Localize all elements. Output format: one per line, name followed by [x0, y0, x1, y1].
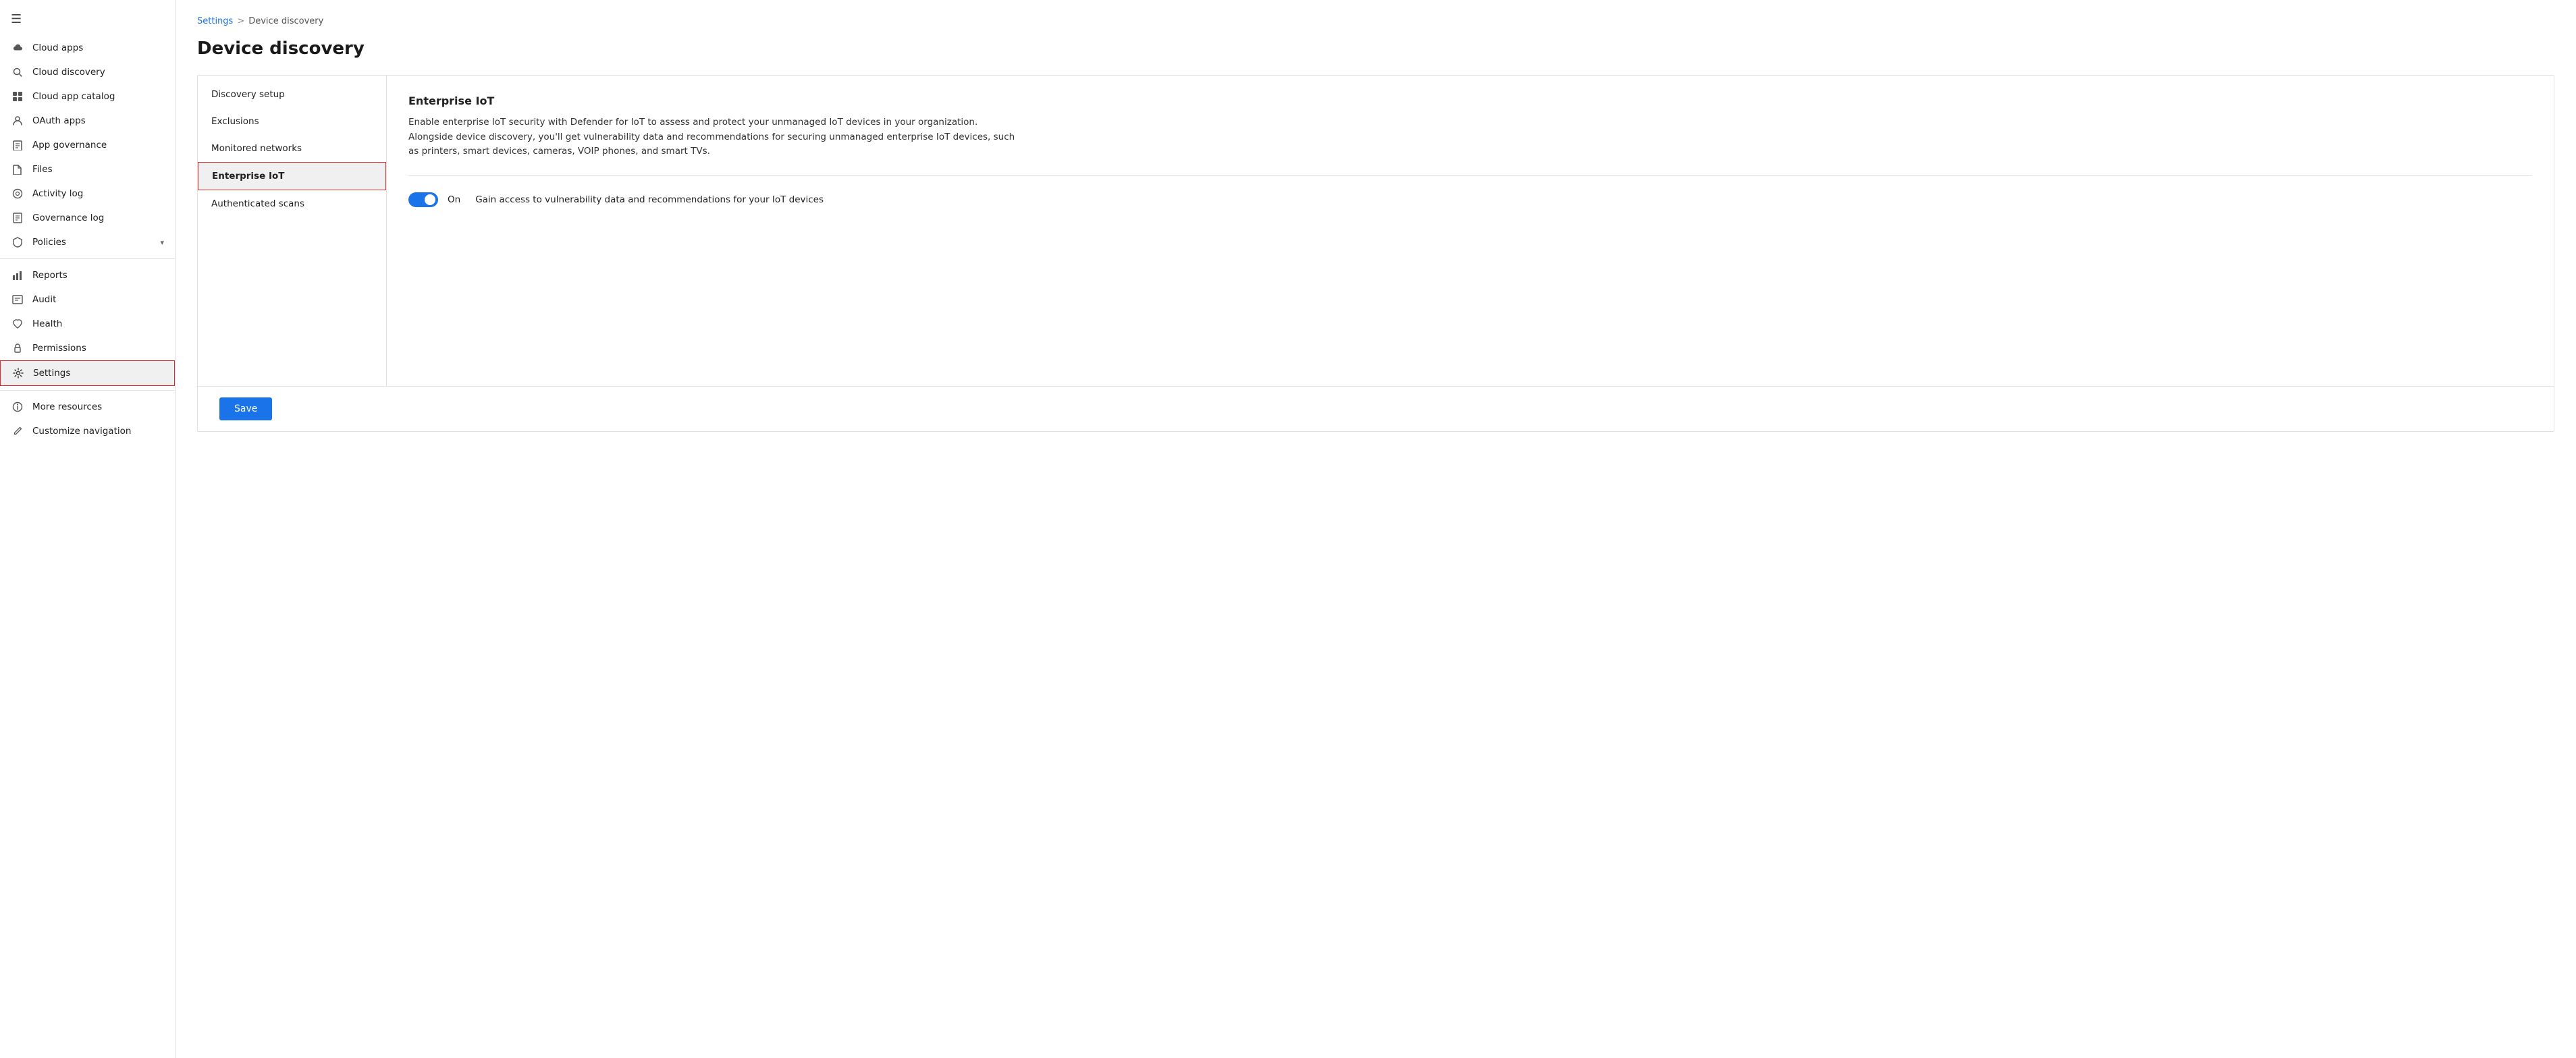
save-button[interactable]: Save — [219, 397, 272, 420]
sidebar-item-settings[interactable]: Settings — [0, 360, 175, 386]
oauth-apps-icon — [11, 115, 24, 126]
policies-chevron-icon: ▾ — [160, 238, 164, 247]
cloud-apps-icon — [11, 43, 24, 53]
sidebar-item-reports-label: Reports — [32, 270, 164, 281]
main-inner: Settings > Device discovery Device disco… — [176, 0, 2576, 1058]
customize-navigation-icon — [11, 426, 24, 437]
sidebar-item-health[interactable]: Health — [0, 312, 175, 336]
content-divider — [408, 175, 2532, 176]
policies-icon — [11, 237, 24, 248]
sidebar-item-audit-label: Audit — [32, 294, 164, 305]
sidebar-item-oauth-apps-label: OAuth apps — [32, 115, 164, 126]
panel-nav: Discovery setup Exclusions Monitored net… — [198, 76, 387, 386]
sidebar-item-app-governance-label: App governance — [32, 140, 164, 150]
toggle-on-label: On — [448, 194, 460, 205]
panel-content-enterprise-iot: Enterprise IoT Enable enterprise IoT sec… — [387, 76, 2554, 386]
enterprise-iot-description: Enable enterprise IoT security with Defe… — [408, 115, 1016, 159]
toggle-description: Gain access to vulnerability data and re… — [475, 194, 824, 205]
page-title: Device discovery — [197, 38, 2554, 59]
toggle-track — [408, 192, 438, 207]
health-icon — [11, 318, 24, 329]
sidebar-item-cloud-apps[interactable]: Cloud apps — [0, 36, 175, 60]
sidebar-item-customize-navigation-label: Customize navigation — [32, 426, 164, 437]
sidebar-item-cloud-apps-label: Cloud apps — [32, 43, 164, 53]
sidebar-item-oauth-apps[interactable]: OAuth apps — [0, 109, 175, 133]
sidebar-item-files-label: Files — [32, 164, 164, 175]
governance-log-icon — [11, 213, 24, 223]
more-resources-icon — [11, 401, 24, 412]
cloud-discovery-icon — [11, 67, 24, 78]
app-governance-icon — [11, 140, 24, 150]
panel-nav-exclusions[interactable]: Exclusions — [198, 108, 386, 135]
sidebar-top: ☰ — [0, 5, 175, 36]
sidebar: ☰ Cloud apps Cloud discovery Cloud app c… — [0, 0, 176, 1058]
sidebar-item-governance-log-label: Governance log — [32, 213, 164, 223]
sidebar-item-health-label: Health — [32, 318, 164, 329]
main-content: Settings > Device discovery Device disco… — [176, 0, 2576, 1058]
enterprise-iot-title: Enterprise IoT — [408, 94, 2532, 107]
permissions-icon — [11, 343, 24, 354]
panel-nav-discovery-setup[interactable]: Discovery setup — [198, 81, 386, 108]
breadcrumb-parent-link[interactable]: Settings — [197, 16, 233, 26]
cloud-app-catalog-icon — [11, 91, 24, 102]
sidebar-item-permissions[interactable]: Permissions — [0, 336, 175, 360]
hamburger-icon[interactable]: ☰ — [11, 12, 22, 26]
sidebar-item-cloud-app-catalog[interactable]: Cloud app catalog — [0, 84, 175, 109]
sidebar-item-activity-log[interactable]: Activity log — [0, 182, 175, 206]
settings-icon — [11, 368, 25, 379]
sidebar-item-files[interactable]: Files — [0, 157, 175, 182]
breadcrumb-current: Device discovery — [248, 16, 323, 26]
reports-icon — [11, 270, 24, 281]
sidebar-item-cloud-discovery-label: Cloud discovery — [32, 67, 164, 78]
toggle-thumb — [425, 194, 435, 205]
sidebar-item-activity-log-label: Activity log — [32, 188, 164, 199]
panel-nav-monitored-networks[interactable]: Monitored networks — [198, 135, 386, 162]
sidebar-divider-2 — [0, 390, 175, 391]
sidebar-item-cloud-app-catalog-label: Cloud app catalog — [32, 91, 164, 102]
sidebar-item-governance-log[interactable]: Governance log — [0, 206, 175, 230]
panel-footer: Save — [198, 386, 2554, 431]
sidebar-item-customize-navigation[interactable]: Customize navigation — [0, 419, 175, 443]
sidebar-item-reports[interactable]: Reports — [0, 263, 175, 287]
enterprise-iot-toggle[interactable] — [408, 192, 438, 207]
sidebar-item-more-resources-label: More resources — [32, 401, 164, 412]
sidebar-divider-1 — [0, 258, 175, 259]
sidebar-item-permissions-label: Permissions — [32, 343, 164, 354]
sidebar-item-audit[interactable]: Audit — [0, 287, 175, 312]
sidebar-item-app-governance[interactable]: App governance — [0, 133, 175, 157]
files-icon — [11, 164, 24, 175]
breadcrumb: Settings > Device discovery — [197, 16, 2554, 26]
panel-nav-enterprise-iot[interactable]: Enterprise IoT — [198, 162, 386, 190]
breadcrumb-separator: > — [237, 16, 244, 26]
content-panel: Discovery setup Exclusions Monitored net… — [197, 75, 2554, 432]
sidebar-item-policies-label: Policies — [32, 237, 152, 248]
sidebar-item-cloud-discovery[interactable]: Cloud discovery — [0, 60, 175, 84]
panel-nav-authenticated-scans[interactable]: Authenticated scans — [198, 190, 386, 217]
audit-icon — [11, 294, 24, 305]
sidebar-item-policies[interactable]: Policies ▾ — [0, 230, 175, 254]
sidebar-item-settings-label: Settings — [33, 368, 163, 379]
activity-log-icon — [11, 188, 24, 199]
content-panel-body: Discovery setup Exclusions Monitored net… — [198, 76, 2554, 386]
toggle-row: On Gain access to vulnerability data and… — [408, 192, 2532, 207]
sidebar-item-more-resources[interactable]: More resources — [0, 395, 175, 419]
